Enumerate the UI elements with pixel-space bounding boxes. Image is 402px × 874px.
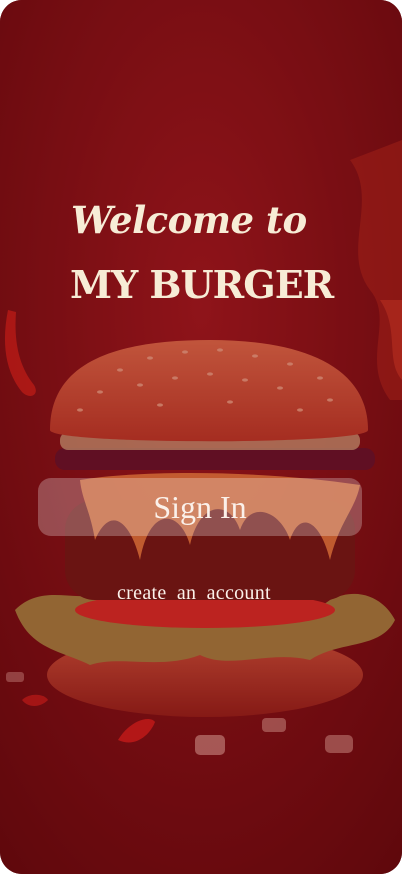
welcome-heading: Welcome to	[71, 198, 307, 242]
brand-title: MY BURGER	[70, 262, 334, 307]
sign-in-label: Sign In	[153, 488, 247, 525]
red-overlay	[0, 0, 402, 874]
sign-in-button[interactable]: Sign In	[38, 478, 362, 536]
create-account-link[interactable]: create an account	[117, 582, 271, 605]
welcome-screen: Welcome to MY BURGER Sign In create an a…	[0, 0, 402, 874]
